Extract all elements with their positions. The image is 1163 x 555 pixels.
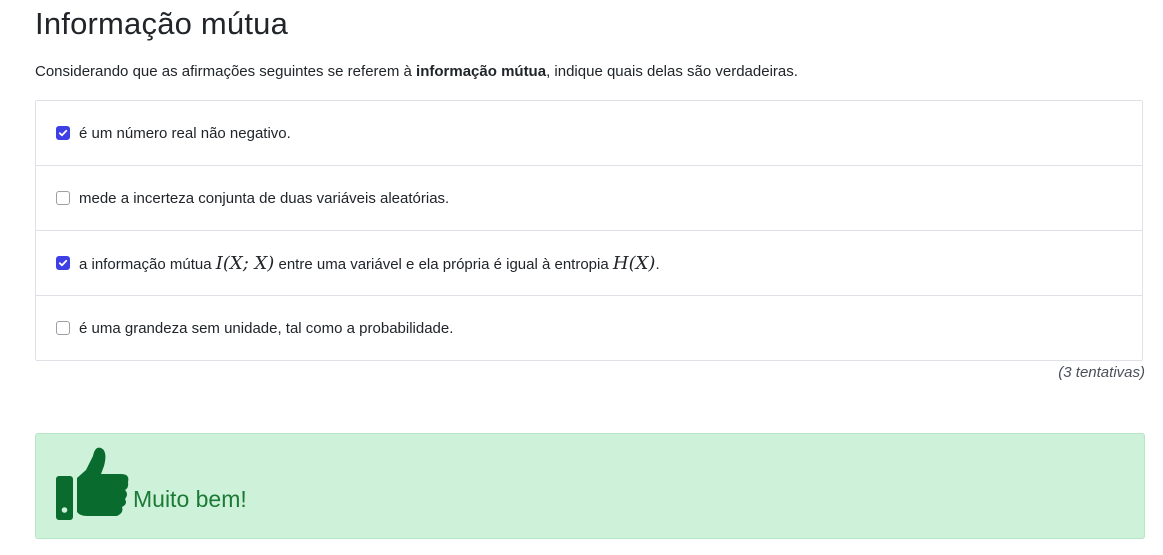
intro-prefix: Considerando que as afirmações seguintes… [35,63,417,80]
option-1[interactable]: é um número real não negativo. [36,101,1142,165]
check-icon [58,129,68,137]
option-4[interactable]: é uma grandeza sem unidade, tal como a p… [36,295,1142,360]
option-2[interactable]: mede a incerteza conjunta de duas variáv… [36,165,1142,230]
attempts-count: (3 tentativas) [1058,364,1145,381]
option-text-b: entre uma variável e ela própria é igual… [274,255,613,273]
feedback-text: Muito bem! [133,486,247,512]
intro-emphasis: informação mútua [416,63,547,80]
feedback-box: Muito bem! [35,433,1145,539]
option-label: é um número real não negativo. [79,124,291,142]
option-text-c: . [655,255,660,273]
check-icon [58,259,68,267]
options-list: é um número real não negativo. mede a in… [35,100,1143,361]
intro-suffix: , indique quais delas são verdadeiras. [546,63,798,80]
checkbox-unchecked[interactable] [56,321,70,335]
checkbox-checked[interactable] [56,256,70,270]
option-label: é uma grandeza sem unidade, tal como a p… [79,319,454,337]
option-label: mede a incerteza conjunta de duas variáv… [79,189,450,207]
checkbox-unchecked[interactable] [56,191,70,205]
math-entropy: H(X) [612,252,656,274]
option-3[interactable]: a informação mútua I(X; X) entre uma var… [36,230,1142,295]
math-mutual-information: I(X; X) [215,252,275,274]
question-intro: Considerando que as afirmações seguintes… [35,63,798,80]
option-text-a: a informação mútua [79,255,216,273]
checkbox-checked[interactable] [56,126,70,140]
option-label: a informação mútua I(X; X) entre uma var… [79,253,660,274]
thumbs-up-icon [56,447,129,520]
question-panel: Informação mútua Considerando que as afi… [0,0,1163,555]
page-title: Informação mútua [35,6,289,41]
